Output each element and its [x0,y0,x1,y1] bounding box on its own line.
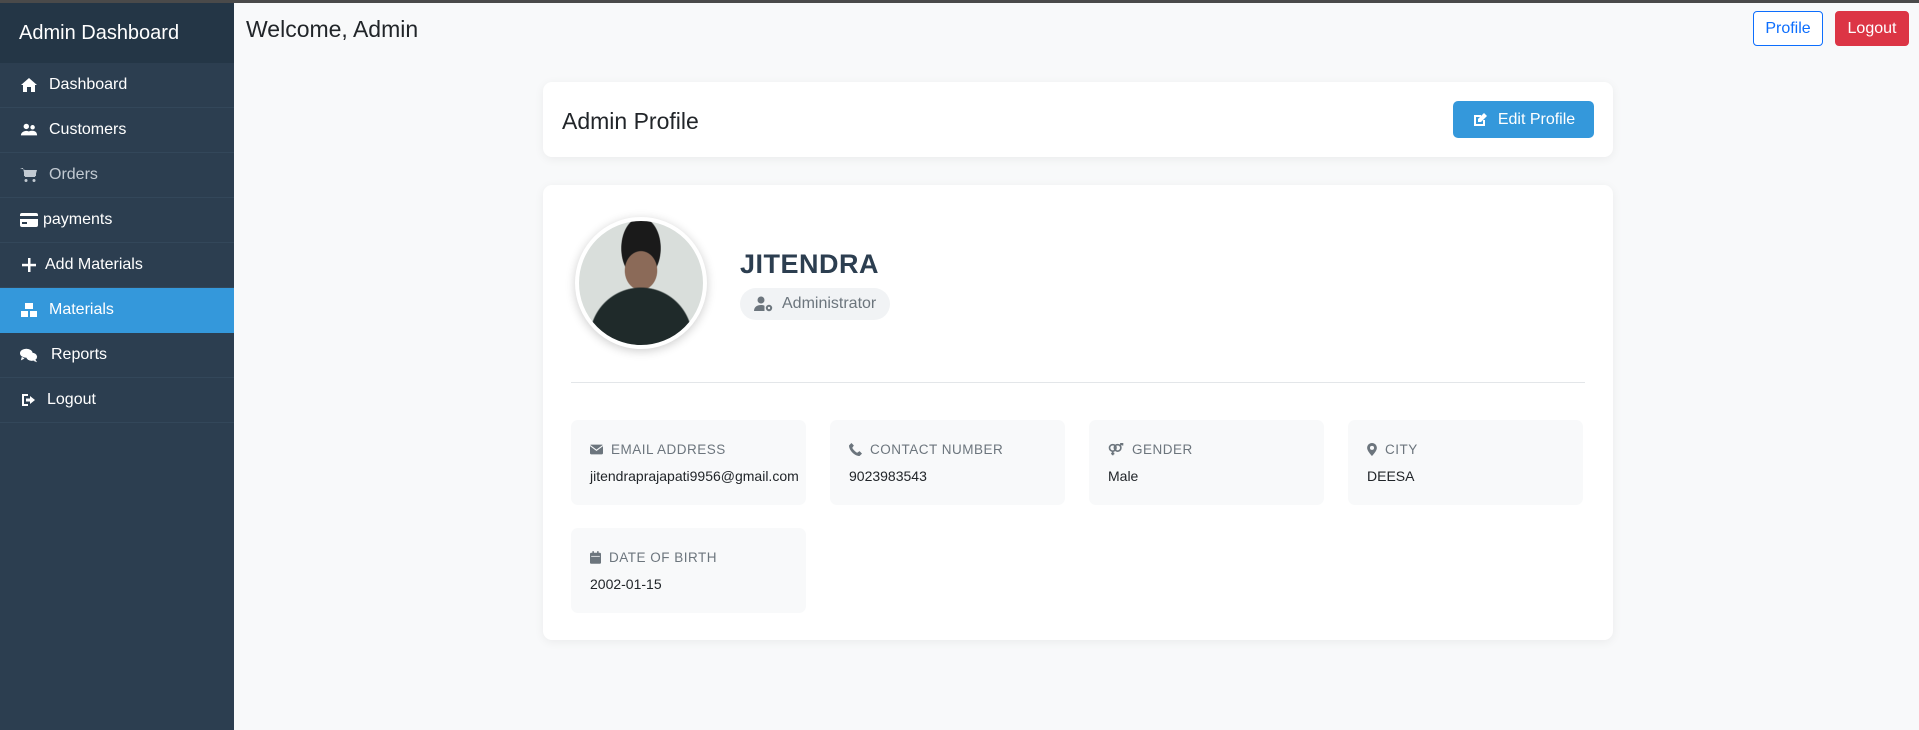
sidebar-item-label: Reports [51,346,108,363]
comments-icon [19,346,39,364]
sidebar-item-materials[interactable]: Materials [0,288,234,333]
brand-title: Admin Dashboard [0,0,234,63]
avatar [575,217,707,349]
dob-value: 2002-01-15 [590,576,662,592]
plus-icon [19,256,39,274]
envelope-icon [590,444,603,455]
home-icon [19,76,39,94]
sidebar-item-customers[interactable]: Customers [0,108,234,153]
email-value: jitendraprajapati9956@gmail.com [590,468,799,484]
sidebar-item-label: payments [43,211,113,228]
sidebar-item-payments[interactable]: payments [0,198,234,243]
welcome-text: Welcome, Admin [246,16,419,42]
sidebar: Admin Dashboard Dashboard Customers Orde… [0,0,234,730]
page-title: Admin Profile [562,108,699,134]
users-icon [19,121,39,139]
credit-card-icon [19,211,39,229]
info-contact: CONTACT NUMBER 9023983543 [830,420,1065,505]
phone-icon [849,443,862,456]
sidebar-item-label: Customers [49,121,127,138]
boxes-icon [19,301,39,319]
sidebar-item-logout[interactable]: Logout [0,378,234,423]
sign-out-icon [19,391,39,409]
role-badge: Administrator [740,288,891,320]
sidebar-item-dashboard[interactable]: Dashboard [0,63,234,108]
cart-icon [19,166,39,184]
sidebar-item-orders[interactable]: Orders [0,153,234,198]
divider [571,382,1585,383]
user-cog-icon [754,296,773,312]
profile-header-card: Admin Profile Edit Profile [543,82,1613,157]
profile-details-card: JITENDRA Administrator EMAIL ADDRESS jit… [543,185,1613,640]
profile-button[interactable]: Profile [1753,11,1823,46]
info-dob: DATE OF BIRTH 2002-01-15 [571,528,806,613]
contact-value: 9023983543 [849,468,927,484]
sidebar-item-add-materials[interactable]: Add Materials [0,243,234,288]
info-label-text: DATE OF BIRTH [609,550,718,565]
info-email: EMAIL ADDRESS jitendraprajapati9956@gmai… [571,420,806,505]
info-label-text: CONTACT NUMBER [870,442,1004,457]
role-label: Administrator [782,295,877,312]
sidebar-item-reports[interactable]: Reports [0,333,234,378]
sidebar-item-label: Logout [47,391,96,408]
city-value: DEESA [1367,468,1415,484]
top-border [0,0,1919,3]
sidebar-item-label: Orders [49,166,98,183]
sidebar-item-label: Materials [49,301,114,318]
venus-mars-icon [1108,443,1124,456]
info-label-text: CITY [1385,442,1418,457]
info-city: CITY DEESA [1348,420,1583,505]
gender-value: Male [1108,468,1139,484]
map-marker-icon [1367,443,1377,456]
edit-profile-button[interactable]: Edit Profile [1453,101,1594,138]
info-gender: GENDER Male [1089,420,1324,505]
info-label-text: EMAIL ADDRESS [611,442,726,457]
info-label-text: GENDER [1132,442,1193,457]
logout-button[interactable]: Logout [1835,11,1909,46]
profile-name: JITENDRA [740,249,880,279]
sidebar-item-label: Add Materials [45,256,143,273]
edit-profile-label: Edit Profile [1497,110,1576,128]
sidebar-item-label: Dashboard [49,76,128,93]
edit-icon [1473,112,1487,126]
calendar-icon [590,551,601,564]
